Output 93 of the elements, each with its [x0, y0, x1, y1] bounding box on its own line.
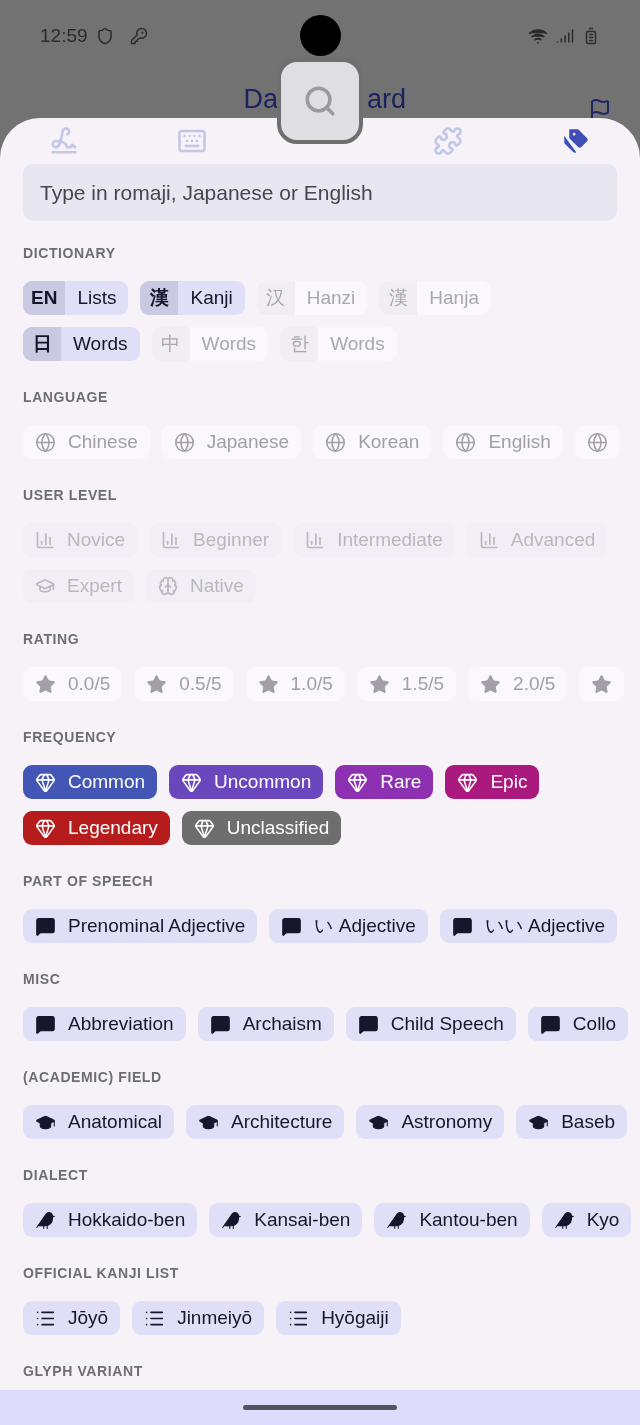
diamond-icon — [181, 771, 203, 793]
message-icon — [209, 1013, 231, 1035]
filter-chip[interactable]: いい Adjective — [439, 909, 618, 943]
chip-prefix: 日 — [23, 327, 61, 361]
filter-chip[interactable]: Kyo — [541, 1203, 632, 1237]
star-icon — [480, 673, 502, 695]
search-icon — [303, 84, 337, 118]
bird-icon — [553, 1209, 575, 1231]
filter-chip[interactable]: Kansai-ben — [209, 1203, 363, 1237]
section-title: MISC — [22, 970, 62, 989]
filter-chip[interactable]: Anatomical — [23, 1105, 174, 1139]
filter-chip[interactable]: Uncommon — [169, 765, 324, 799]
tags-icon — [561, 126, 591, 156]
globe-icon — [325, 431, 347, 453]
chip-prefix: 漢 — [379, 281, 418, 315]
search-field[interactable]: Type in romaji, Japanese or English — [23, 164, 617, 221]
bars-icon — [478, 530, 499, 550]
signal-icon — [556, 27, 574, 46]
filter-chip[interactable]: Abbreviation — [23, 1007, 186, 1041]
brain-icon — [157, 576, 178, 596]
chat-icon — [281, 915, 303, 937]
handwriting-icon — [49, 126, 79, 156]
globe-icon — [173, 431, 195, 453]
filter-chip[interactable]: い Adjective — [269, 909, 428, 943]
message-icon — [539, 1013, 561, 1035]
globe-icon — [455, 431, 477, 453]
section-title: PART OF SPEECH — [22, 872, 155, 891]
filter-chip[interactable]: Astronomy — [356, 1105, 505, 1139]
camera-cutout — [300, 15, 341, 56]
section-title: OFFICIAL KANJI LIST — [22, 1264, 180, 1283]
filter-chip[interactable]: Common — [23, 765, 158, 799]
filter-chip[interactable]: EN Lists — [23, 281, 129, 315]
diamond-icon — [457, 771, 479, 793]
message-icon — [357, 1013, 379, 1035]
filter-chip[interactable]: Prenominal Adjective — [23, 909, 258, 943]
diamond-icon — [35, 817, 56, 839]
star-icon — [368, 673, 390, 695]
section-title: LANGUAGE — [22, 388, 109, 407]
section-title: DICTIONARY — [22, 244, 117, 263]
filter-chip[interactable]: Legendary — [23, 811, 170, 845]
chip-prefix: 漢 — [140, 281, 179, 315]
key-icon — [129, 27, 148, 46]
chat-icon — [451, 915, 473, 937]
app-title: Da — [243, 86, 278, 113]
filter-chip[interactable]: 漢 Kanji — [140, 281, 245, 315]
filter-chip[interactable]: Architecture — [186, 1105, 345, 1139]
bars-icon — [305, 530, 326, 550]
star-icon — [146, 673, 168, 695]
bird-icon — [386, 1209, 408, 1231]
filter-chip[interactable]: 日 Words — [23, 327, 140, 361]
shield-icon — [95, 27, 114, 46]
filter-chip[interactable]: Collo — [527, 1007, 629, 1041]
globe-icon — [35, 431, 56, 453]
star-icon — [257, 673, 279, 695]
star-icon — [35, 673, 56, 695]
filter-chip[interactable]: Baseb — [516, 1105, 628, 1139]
chip-prefix: 中 — [151, 327, 190, 361]
globe-icon — [586, 431, 608, 453]
section-title: DIALECT — [22, 1166, 89, 1185]
diamond-icon — [347, 771, 369, 793]
filter-chip[interactable] — [574, 425, 620, 459]
diamond-icon — [35, 771, 56, 793]
filter-chip[interactable]: Child Speech — [345, 1007, 516, 1041]
bird-icon — [35, 1209, 56, 1231]
bars-icon — [35, 530, 55, 550]
filter-chip[interactable]: Unclassified — [181, 811, 342, 845]
bars-icon — [161, 530, 182, 550]
filter-chip[interactable]: Archaism — [197, 1007, 334, 1041]
filter-chip[interactable]: Jinmeiyō — [132, 1301, 265, 1335]
puzzle-icon — [433, 126, 463, 156]
filter-chip[interactable]: Kantou-ben — [374, 1203, 530, 1237]
status-time: 12:59 — [40, 24, 88, 48]
filter-chip[interactable]: Hyōgaiji — [276, 1301, 401, 1335]
section-title: GLYPH VARIANT — [22, 1362, 144, 1381]
filter-chip[interactable]: Hokkaido-ben — [23, 1203, 198, 1237]
filter-chip[interactable]: Rare — [335, 765, 434, 799]
filter-chip[interactable]: Epic — [445, 765, 540, 799]
section-title: (ACADEMIC) FIELD — [22, 1068, 163, 1087]
filter-chip[interactable]: Jōyō — [23, 1301, 121, 1335]
message-icon — [35, 1013, 56, 1035]
filter-chip[interactable] — [579, 667, 625, 701]
section-title: FREQUENCY — [22, 728, 118, 747]
chip-prefix: EN — [23, 281, 66, 315]
chip-prefix: 한 — [280, 327, 319, 361]
diamond-icon — [193, 817, 215, 839]
star-icon — [591, 673, 613, 695]
chip-prefix: 汉 — [256, 281, 295, 315]
graduation-cap-icon — [35, 576, 55, 596]
app-title: ard — [367, 86, 407, 113]
section-title: RATING — [22, 630, 81, 649]
chat-icon — [35, 915, 56, 937]
section-title: USER LEVEL — [22, 486, 118, 505]
bird-icon — [221, 1209, 243, 1231]
